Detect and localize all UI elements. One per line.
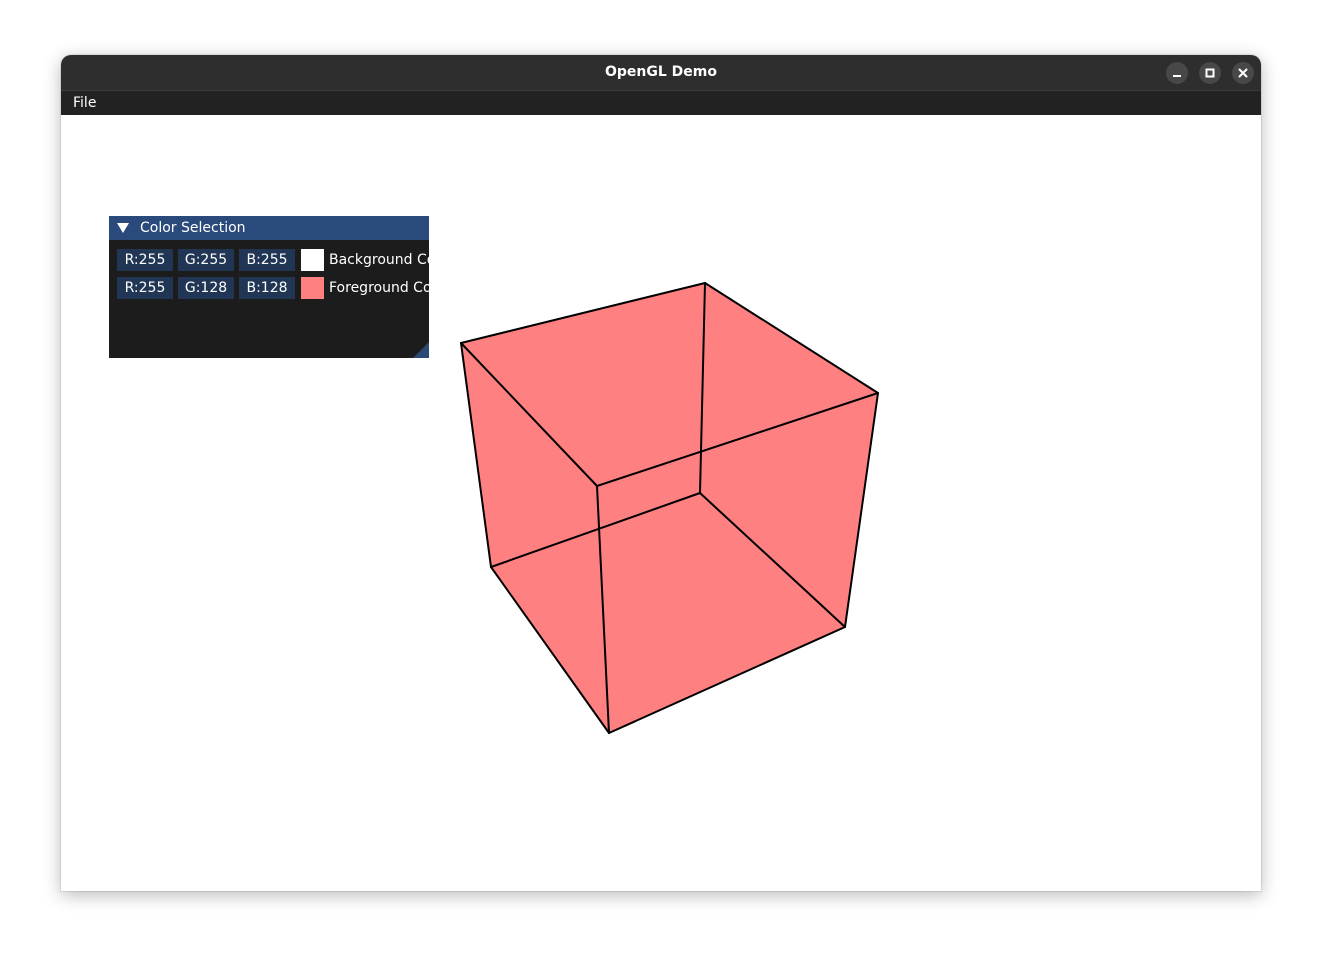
- close-icon: [1238, 68, 1248, 78]
- maximize-icon: [1205, 68, 1215, 78]
- resize-grip-icon[interactable]: [413, 342, 429, 358]
- panel-title: Color Selection: [140, 220, 246, 236]
- background-g-field[interactable]: G:255: [178, 249, 234, 271]
- foreground-color-label: Foreground Color: [329, 280, 429, 296]
- background-r-field[interactable]: R:255: [117, 249, 173, 271]
- title-bar[interactable]: OpenGL Demo: [61, 55, 1261, 91]
- collapse-triangle-icon[interactable]: [117, 223, 129, 233]
- menu-bar: File: [61, 91, 1261, 115]
- close-button[interactable]: [1232, 62, 1254, 84]
- color-selection-panel[interactable]: Color Selection R:255 G:255 B:255 Backgr…: [109, 216, 429, 358]
- foreground-b-field[interactable]: B:128: [239, 277, 295, 299]
- window-title: OpenGL Demo: [605, 64, 717, 80]
- background-color-swatch[interactable]: [301, 249, 324, 271]
- panel-header[interactable]: Color Selection: [109, 216, 429, 240]
- maximize-button[interactable]: [1199, 62, 1221, 84]
- foreground-g-field[interactable]: G:128: [178, 277, 234, 299]
- minimize-icon: [1173, 75, 1181, 77]
- background-b-field[interactable]: B:255: [239, 249, 295, 271]
- app-window: OpenGL Demo File Color Selection R:255 G…: [61, 55, 1261, 891]
- menu-file[interactable]: File: [73, 91, 96, 115]
- foreground-color-swatch[interactable]: [301, 277, 324, 299]
- background-color-label: Background Color: [329, 252, 429, 268]
- foreground-r-field[interactable]: R:255: [117, 277, 173, 299]
- minimize-button[interactable]: [1166, 62, 1188, 84]
- opengl-viewport[interactable]: Color Selection R:255 G:255 B:255 Backgr…: [61, 115, 1261, 891]
